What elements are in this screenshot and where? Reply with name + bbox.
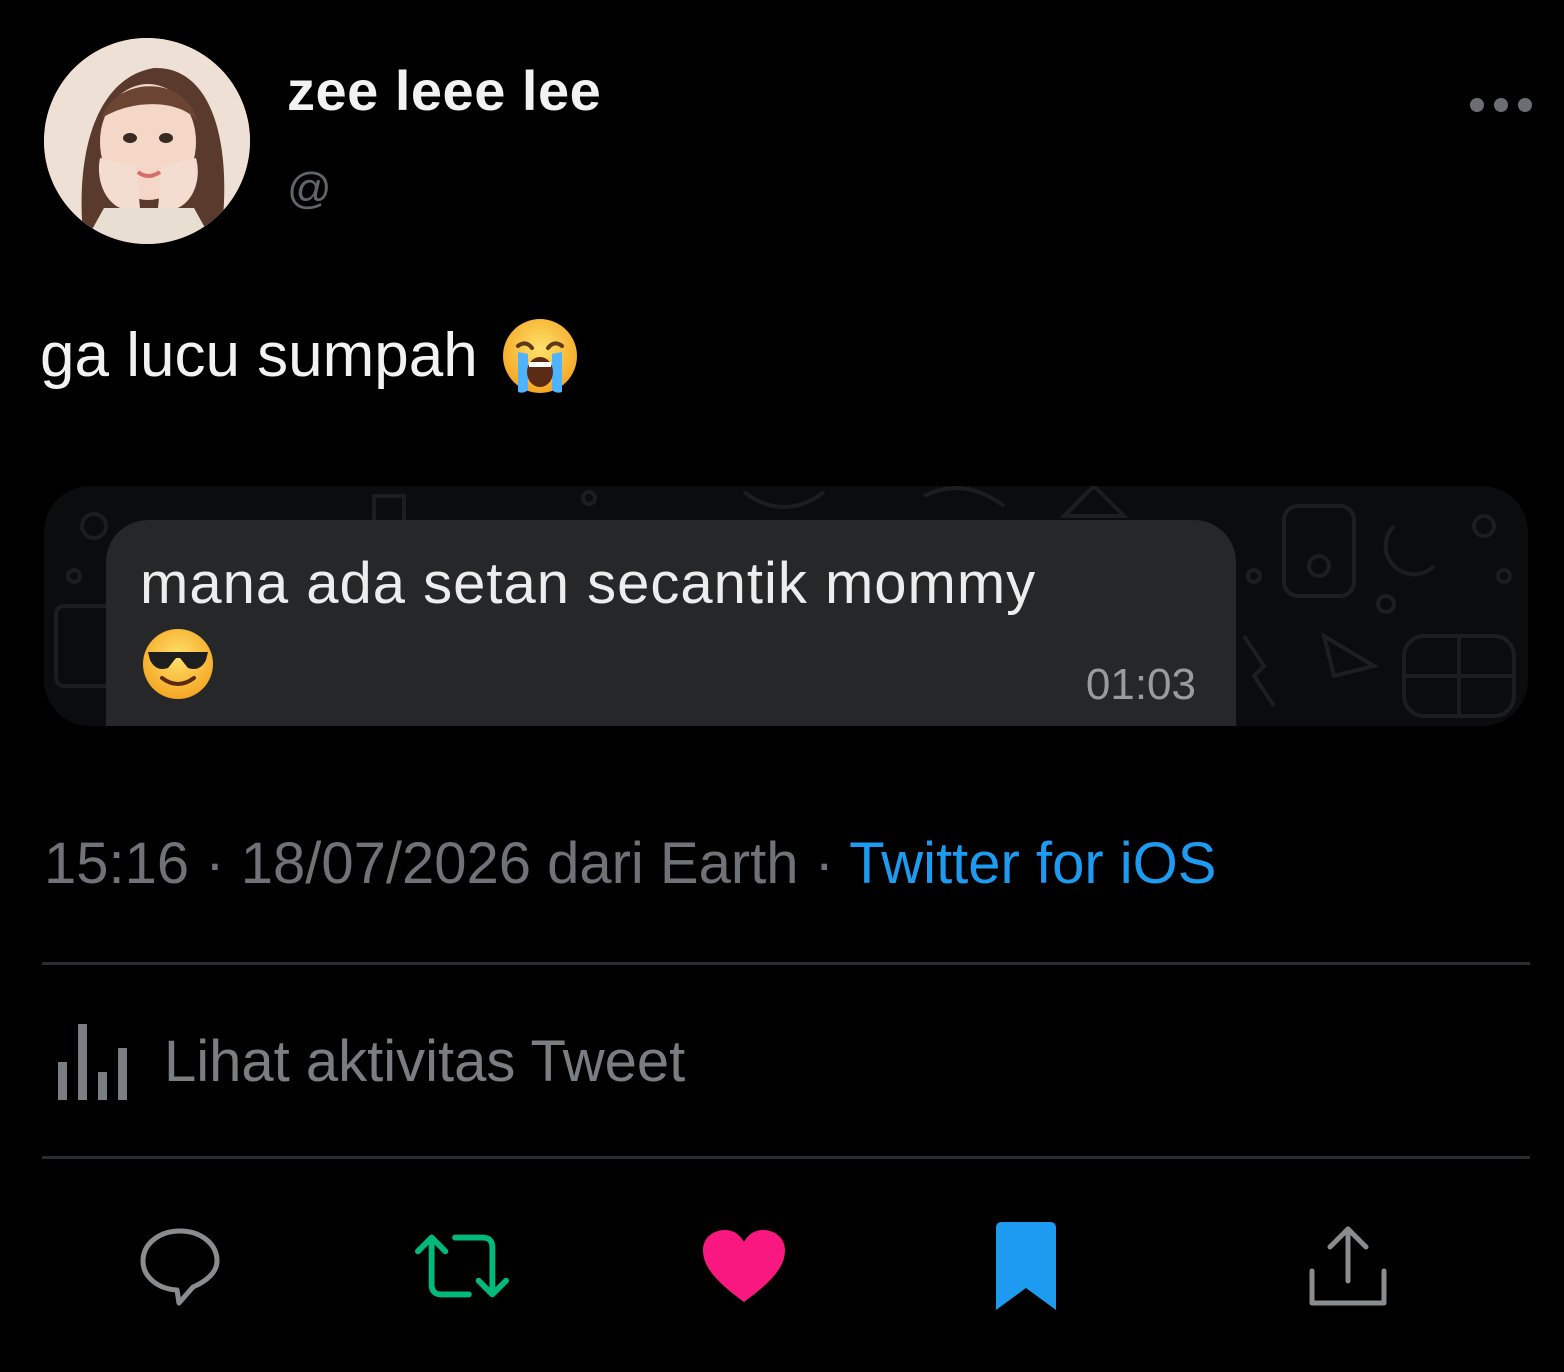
activity-label: Lihat aktivitas Tweet	[164, 1029, 686, 1094]
tweet-activity-link[interactable]: Lihat aktivitas Tweet	[56, 1022, 685, 1102]
tweet-text: ga lucu sumpah	[40, 321, 478, 390]
meta-separator: ·	[798, 831, 850, 896]
tweet-text-row: ga lucu sumpah	[40, 316, 580, 396]
reply-icon	[140, 1228, 220, 1306]
divider	[42, 1156, 1530, 1159]
like-icon	[703, 1230, 785, 1302]
meta-separator: ·	[189, 831, 241, 896]
tweet-meta: 15:16 · 18/07/2026 dari Earth · Twitter …	[44, 830, 1216, 898]
retweet-icon	[414, 1234, 510, 1298]
chat-timestamp: 01:03	[1085, 660, 1196, 709]
reply-button[interactable]	[132, 1218, 228, 1314]
like-button[interactable]	[696, 1218, 792, 1314]
handle[interactable]: @	[287, 164, 332, 214]
tweet-detail: zee leee lee @ ga lucu sumpah mana ada s…	[0, 0, 1564, 1372]
tweet-source-link[interactable]: Twitter for iOS	[849, 831, 1216, 896]
bookmark-icon	[996, 1222, 1056, 1310]
analytics-icon	[58, 1024, 127, 1100]
display-name[interactable]: zee leee lee	[287, 58, 601, 124]
more-options-icon[interactable]	[1470, 92, 1532, 118]
share-icon	[1309, 1226, 1387, 1306]
smiling-face-with-sunglasses-icon	[140, 626, 216, 702]
divider	[42, 962, 1530, 965]
chat-bubble: mana ada setan secantik mommy 01:03	[106, 520, 1236, 726]
chat-message: mana ada setan secantik mommy	[140, 551, 1037, 616]
avatar[interactable]	[44, 38, 250, 244]
bookmark-button[interactable]	[978, 1218, 1074, 1314]
loudly-crying-face-icon	[500, 316, 580, 396]
share-button[interactable]	[1300, 1218, 1396, 1314]
tweet-date-location: 18/07/2026 dari Earth	[240, 831, 799, 896]
embedded-chat-screenshot[interactable]: mana ada setan secantik mommy 01:03	[44, 486, 1528, 726]
retweet-button[interactable]	[414, 1218, 510, 1314]
tweet-time: 15:16	[44, 831, 190, 896]
